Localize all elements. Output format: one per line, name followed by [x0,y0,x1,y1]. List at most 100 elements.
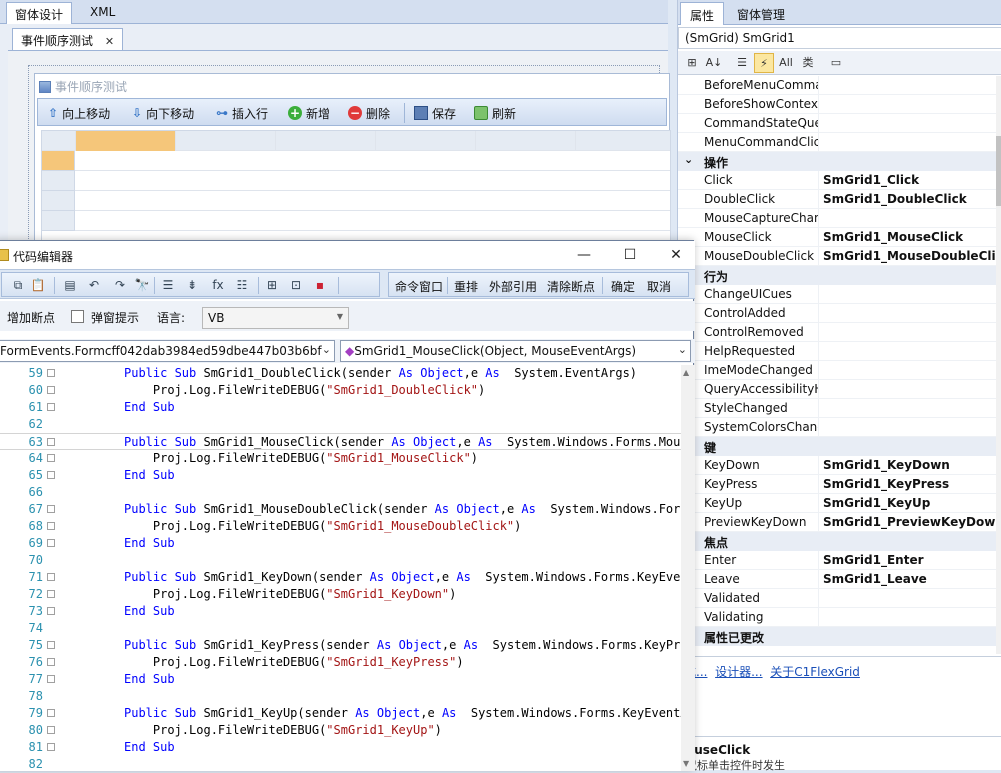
designed-form[interactable]: 事件顺序测试 ⇧ 向上移动 ⇩ 向下移动 ⊶ 插入行 + 新增 − 删除 保存 刷新 [34,73,671,242]
fold-marker-icon[interactable] [47,454,55,462]
code-line[interactable]: 62 [0,416,681,433]
fold-marker-icon[interactable] [47,471,55,479]
property-category[interactable]: ⌄键 [678,437,998,456]
categorized-icon[interactable]: ⊞ [682,53,702,73]
document-tab[interactable]: 事件顺序测试 ✕ [12,28,124,50]
smgrid-preview[interactable] [41,130,671,242]
split-icon[interactable]: ⊞ [264,277,280,293]
property-row[interactable]: KeyUp SmGrid1_KeyUp [678,494,998,513]
property-row[interactable]: Enter SmGrid1_Enter [678,551,998,570]
fold-marker-icon[interactable] [47,709,55,717]
merge-icon[interactable]: ⊡ [288,277,304,293]
link-about[interactable]: 关于C1FlexGrid [770,665,860,679]
grid-column-header[interactable] [276,131,376,151]
grid-row-header-selected[interactable] [42,151,75,171]
comment-icon[interactable]: ⇟ [184,277,200,293]
all-icon[interactable]: All [776,53,796,73]
code-line[interactable]: 63 Public Sub SmGrid1_MouseClick(sender A… [0,433,681,450]
refresh-button[interactable]: 刷新 [474,104,516,122]
move-up-button[interactable]: ⇧ 向上移动 [48,104,110,122]
add-button[interactable]: + 新增 [288,104,330,122]
chevron-down-icon[interactable]: ⌄ [684,153,693,166]
fold-marker-icon[interactable] [47,505,55,513]
property-category[interactable]: ⌄ 操作 [678,152,998,171]
class-selector[interactable]: FormEvents.Formcff042dab3984ed59dbe447b0… [0,340,335,362]
code-line[interactable]: 73 End Sub [0,603,681,620]
code-line[interactable]: 67 Public Sub SmGrid1_MouseDoubleClick(se… [0,501,681,518]
code-line[interactable]: 80 Proj.Log.FileWriteDEBUG("SmGrid1_KeyU… [0,722,681,739]
property-row[interactable]: CommandStateQue [678,114,998,133]
insert-row-button[interactable]: ⊶ 插入行 [216,104,268,122]
property-row[interactable]: KeyPress SmGrid1_KeyPress [678,475,998,494]
property-value[interactable]: SmGrid1_Click [823,173,919,187]
code-line[interactable]: 70 [0,552,681,569]
function-icon[interactable]: fx [210,277,226,293]
popup-hint-label[interactable]: 弹窗提示 [91,309,139,326]
tab-xml[interactable]: XML [82,2,123,24]
fold-marker-icon[interactable] [47,607,55,615]
save-button[interactable]: 保存 [414,104,456,122]
property-value[interactable]: SmGrid1_KeyDown [823,458,950,472]
property-row[interactable]: BeforeShowContext [678,95,998,114]
property-row[interactable]: KeyDown SmGrid1_KeyDown [678,456,998,475]
properties-icon[interactable]: ☰ [732,53,752,73]
grid-row[interactable] [42,171,670,191]
save-icon[interactable]: ▪ [312,277,328,293]
property-row[interactable]: BeforeMenuComma [678,76,998,95]
scrollbar-thumb[interactable] [996,136,1001,206]
grid-column-header[interactable] [376,131,476,151]
code-line[interactable]: 77 End Sub [0,671,681,688]
code-line[interactable]: 61 End Sub [0,399,681,416]
add-breakpoint-label[interactable]: 增加断点 [7,309,55,326]
move-down-button[interactable]: ⇩ 向下移动 [132,104,194,122]
property-row[interactable]: ChangeUICues [678,285,998,304]
code-text-area[interactable]: 59 Public Sub SmGrid1_DoubleClick(sender … [0,365,681,771]
property-value[interactable]: SmGrid1_PreviewKeyDown [823,515,998,529]
fold-marker-icon[interactable] [47,539,55,547]
property-category[interactable]: ⌄行为 [678,266,998,285]
property-row[interactable]: Validated [678,589,998,608]
copy-icon[interactable]: ⧉ [10,277,26,293]
grid-row[interactable] [42,191,670,211]
grid-column-header[interactable] [476,131,576,151]
code-line[interactable]: 76 Proj.Log.FileWriteDEBUG("SmGrid1_KeyP… [0,654,681,671]
property-value[interactable]: SmGrid1_MouseClick [823,230,963,244]
link-designer[interactable]: 设计器... [715,665,762,679]
code-scrollbar[interactable]: ▲ ▼ [681,365,695,771]
close-icon[interactable]: ✕ [105,35,114,48]
property-value[interactable]: SmGrid1_DoubleClick [823,192,967,206]
code-editor-titlebar[interactable]: 代码编辑器 — ☐ ✕ [0,241,695,269]
redo-icon[interactable]: ↷ [112,277,128,293]
property-category[interactable]: ⌄焦点 [678,532,998,551]
fold-marker-icon[interactable] [47,369,55,377]
grid-column-header[interactable] [176,131,276,151]
code-line[interactable]: 60 Proj.Log.FileWriteDEBUG("SmGrid1_Doub… [0,382,681,399]
external-ref-button[interactable]: 外部引用 [489,278,537,295]
find-icon[interactable]: 🔭 [134,277,150,293]
fold-marker-icon[interactable] [47,658,55,666]
fold-marker-icon[interactable] [47,726,55,734]
property-row[interactable]: Leave SmGrid1_Leave [678,570,998,589]
property-row[interactable]: ControlRemoved [678,323,998,342]
property-row[interactable]: PreviewKeyDown SmGrid1_PreviewKeyDown [678,513,998,532]
ok-button[interactable]: 确定 [611,278,635,295]
property-value[interactable]: SmGrid1_MouseDoubleClick [823,249,998,263]
fold-marker-icon[interactable] [47,675,55,683]
property-value[interactable]: SmGrid1_Leave [823,572,927,586]
property-value[interactable]: SmGrid1_KeyUp [823,496,930,510]
grid-row[interactable] [42,151,670,171]
property-row[interactable]: Click SmGrid1_Click [678,171,998,190]
code-line[interactable]: 65 End Sub [0,467,681,484]
tab-form-design[interactable]: 窗体设计 [6,2,73,24]
property-row[interactable]: MenuCommandClic [678,133,998,152]
object-selector[interactable]: (SmGrid) SmGrid1 [678,27,1001,49]
member-selector[interactable]: ◆SmGrid1_MouseClick(Object, MouseEventAr… [340,340,691,362]
fold-marker-icon[interactable] [47,522,55,530]
code-line[interactable]: 78 [0,688,681,705]
grid-row[interactable] [42,211,670,231]
code-line[interactable]: 66 [0,484,681,501]
scroll-up-icon[interactable]: ▲ [683,368,689,377]
code-line[interactable]: 79 Public Sub SmGrid1_KeyUp(sender As Obj… [0,705,681,722]
property-row[interactable]: Validating [678,608,998,627]
command-window-button[interactable]: 命令窗口 [395,278,443,295]
